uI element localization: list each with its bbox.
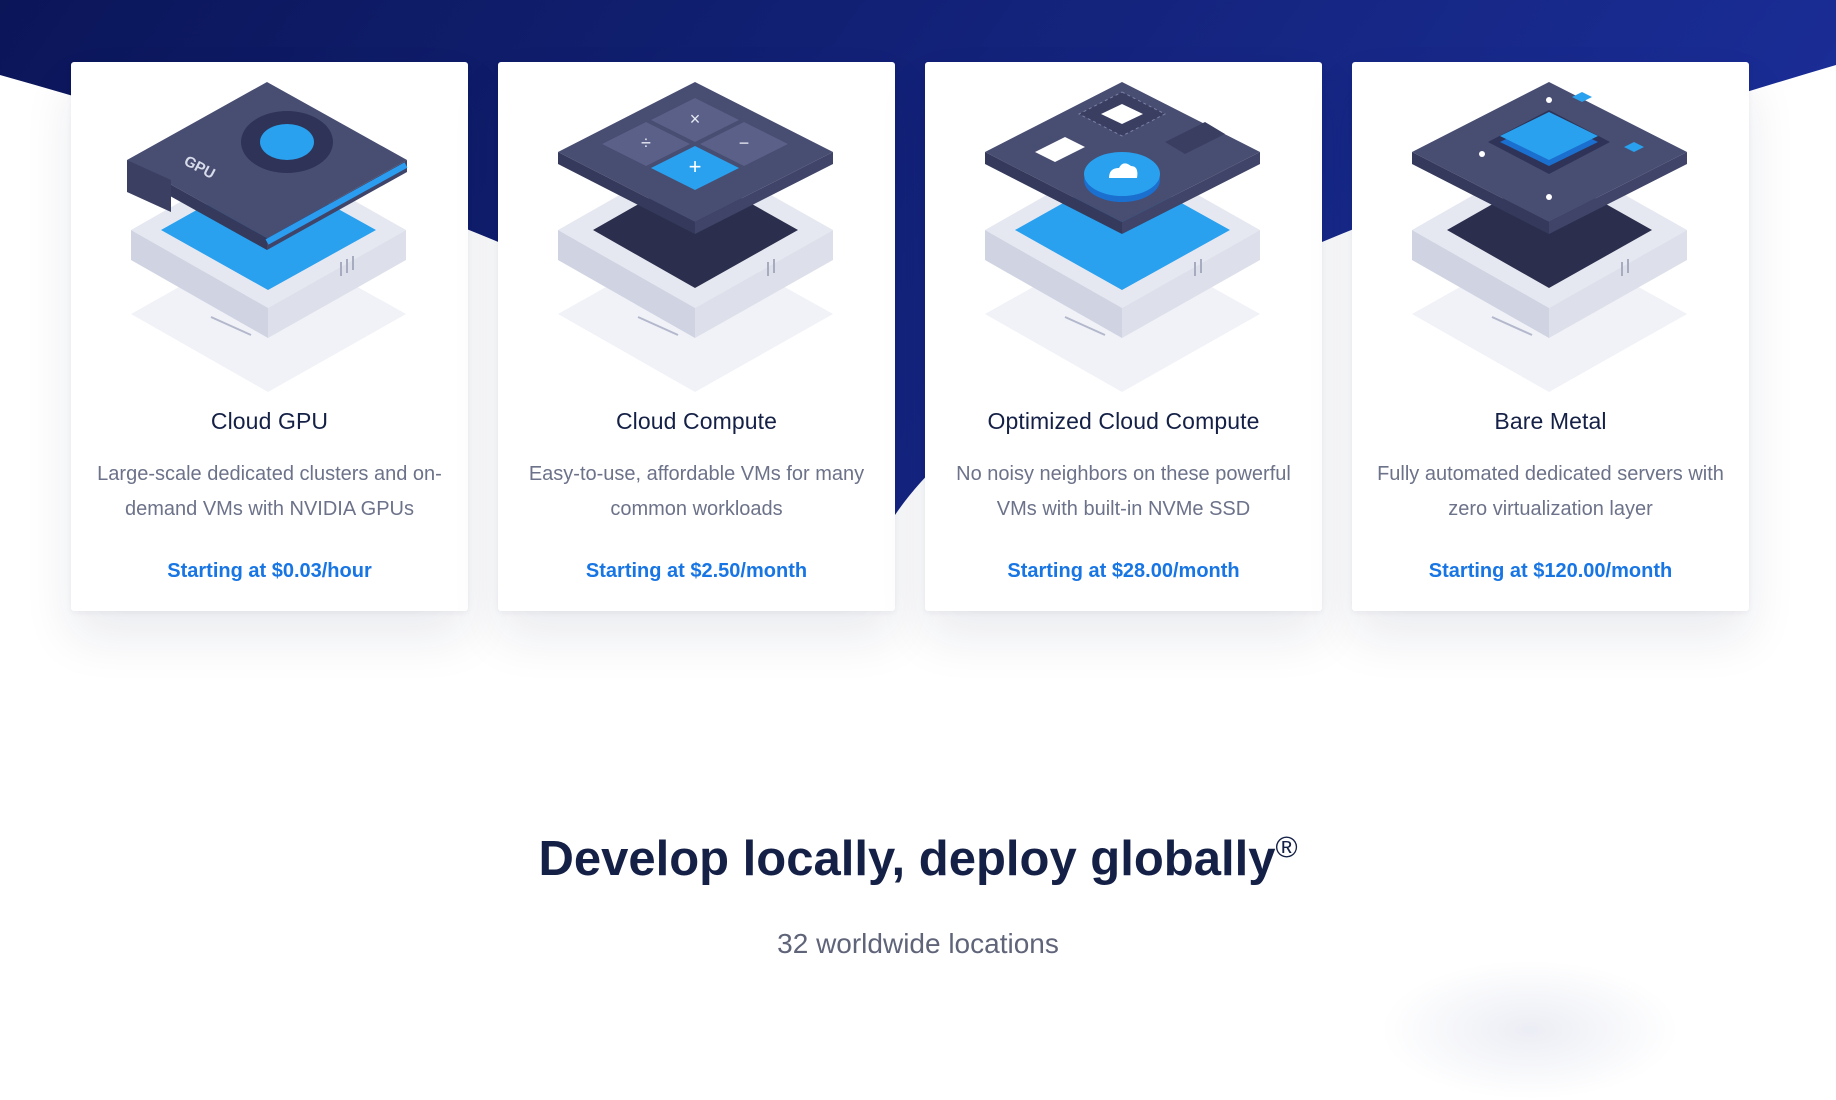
section-subheadline: 32 worldwide locations (777, 928, 1059, 959)
registered-mark: ® (1275, 831, 1298, 865)
price-link[interactable]: Starting at $28.00/month (925, 560, 1322, 583)
bare-metal-chip-icon (1412, 82, 1687, 392)
product-cards: GPU Cloud GPU Large-scale dedicated clus… (71, 62, 1749, 611)
svg-text:−: − (739, 133, 750, 153)
card-description: Fully automated dedicated servers with z… (1377, 463, 1724, 520)
decorative-glow (1380, 960, 1680, 1100)
product-card-optimized-cloud-compute[interactable]: Optimized Cloud Compute No noisy neighbo… (925, 62, 1322, 611)
price-link[interactable]: Starting at $2.50/month (498, 560, 895, 583)
calculator-icon: × ÷ − + (558, 82, 833, 392)
card-description: No noisy neighbors on these powerful VMs… (956, 463, 1291, 520)
card-title: Optimized Cloud Compute (987, 408, 1260, 434)
product-card-cloud-compute[interactable]: × ÷ − + Cloud Compute Easy-to-use, affor… (498, 62, 895, 611)
product-card-cloud-gpu[interactable]: GPU Cloud GPU Large-scale dedicated clus… (71, 62, 468, 611)
svg-text:×: × (690, 109, 701, 129)
card-title: Cloud GPU (210, 408, 329, 434)
cloud-chip-icon (985, 82, 1260, 392)
card-title: Cloud Compute (615, 408, 778, 434)
card-description: Easy-to-use, affordable VMs for many com… (528, 463, 865, 520)
card-title: Bare Metal (1494, 408, 1607, 434)
price-link[interactable]: Starting at $120.00/month (1352, 560, 1749, 583)
price-link[interactable]: Starting at $0.03/hour (71, 560, 468, 583)
svg-text:÷: ÷ (641, 133, 651, 153)
card-description: Large-scale dedicated clusters and on-de… (97, 463, 442, 520)
product-card-bare-metal[interactable]: Bare Metal Fully automated dedicated ser… (1352, 62, 1749, 611)
section-headline: Develop locally, deploy globally® (0, 829, 1836, 889)
svg-text:+: + (689, 154, 702, 179)
gpu-card-icon: GPU (127, 82, 408, 392)
headline-text: Develop locally, deploy globally (538, 832, 1276, 886)
